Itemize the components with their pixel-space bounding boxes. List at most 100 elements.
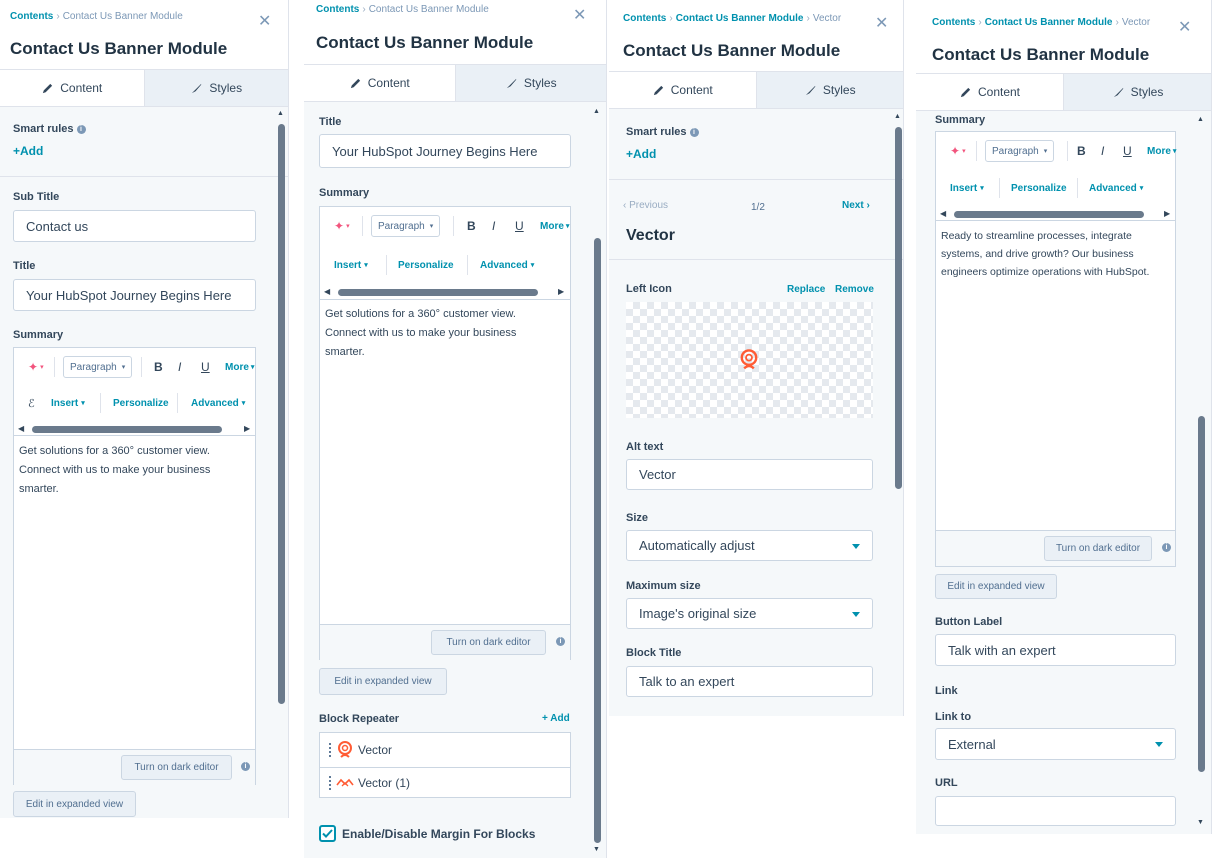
toolbar-scrollbar[interactable]: ◀ ▶ [14, 423, 255, 435]
bold-button[interactable]: B [467, 211, 476, 241]
alt-text-input[interactable]: Vector [626, 459, 873, 490]
summary-text[interactable]: Get solutions for a 360° customer view. … [19, 442, 237, 499]
smart-rules-add-link[interactable]: +Add [13, 144, 43, 158]
block-title-input[interactable]: Talk to an expert [626, 666, 873, 697]
expanded-view-button[interactable]: Edit in expanded view [935, 574, 1057, 599]
drag-handle-icon[interactable] [328, 774, 332, 791]
italic-button[interactable]: I [492, 211, 495, 241]
drag-handle-icon[interactable] [328, 742, 332, 758]
margin-checkbox[interactable] [319, 825, 336, 842]
max-size-select[interactable]: Image's original size [626, 598, 873, 629]
sparkle-icon[interactable]: ✦ ▾ [334, 211, 350, 241]
pencil-icon [960, 87, 971, 97]
block-repeater-add-link[interactable]: + Add [542, 713, 570, 724]
more-menu[interactable]: More ▾ [225, 352, 254, 382]
summary-editor: ✦ ▾ Paragraph ▾ B I U More ▾ ℰ Insert ▾ Pers… [13, 347, 256, 785]
bold-button[interactable]: B [1077, 136, 1086, 166]
insert-menu[interactable]: Insert ▾ [334, 250, 368, 280]
dark-editor-button[interactable]: Turn on dark editor [1044, 536, 1152, 561]
replace-link[interactable]: Replace [787, 284, 825, 295]
toolbar-scrollbar[interactable]: ◀ ▶ [936, 208, 1175, 220]
dark-editor-button[interactable]: Turn on dark editor [431, 630, 546, 655]
breadcrumb-module[interactable]: Contact Us Banner Module [985, 17, 1113, 28]
summary-text[interactable]: Get solutions for a 360° customer view. … [325, 305, 550, 362]
underline-button[interactable]: U [201, 352, 210, 382]
close-icon[interactable]: ✕ [875, 16, 888, 32]
brush-icon [506, 78, 517, 88]
more-menu[interactable]: More ▾ [540, 211, 569, 241]
paragraph-select[interactable]: Paragraph ▾ [63, 356, 133, 378]
sub-title-input[interactable]: Contact us [13, 210, 256, 242]
icon-preview[interactable] [626, 302, 873, 418]
underline-button[interactable]: U [1123, 136, 1132, 166]
toolbar-scrollbar[interactable]: ◀ ▶ [320, 286, 570, 298]
summary-text[interactable]: Ready to streamline processes, integrate… [941, 227, 1173, 281]
close-icon[interactable]: ✕ [573, 8, 586, 24]
underline-button[interactable]: U [515, 211, 524, 241]
tab-content-label: Content [977, 85, 1021, 99]
breadcrumb-contents[interactable]: Contents [932, 17, 975, 28]
dark-editor-button[interactable]: Turn on dark editor [121, 755, 232, 780]
button-label-input[interactable]: Talk with an expert [935, 634, 1176, 666]
breadcrumb-contents[interactable]: Contents [623, 13, 666, 24]
smart-rules-add-link[interactable]: +Add [626, 147, 656, 161]
sparkle-icon[interactable]: ✦ ▾ [950, 136, 966, 166]
tab-styles[interactable]: Styles [755, 72, 903, 108]
panel-scrollbar[interactable]: ▲ ▼ [593, 108, 602, 856]
url-input[interactable] [935, 796, 1176, 826]
expanded-view-button[interactable]: Edit in expanded view [13, 791, 136, 817]
panel-scrollbar[interactable]: ▲ [277, 110, 286, 810]
breadcrumb: Contents › Contact Us Banner Module [316, 4, 489, 15]
pager-next[interactable]: Next › [842, 200, 870, 211]
tab-styles[interactable]: Styles [454, 65, 606, 101]
summary-label: Summary [13, 329, 64, 341]
tab-content[interactable]: Content [916, 74, 1063, 110]
personalize-button[interactable]: Personalize [1011, 173, 1067, 203]
tab-styles[interactable]: Styles [1063, 74, 1211, 110]
breadcrumb-contents[interactable]: Contents [316, 4, 359, 15]
repeater-item[interactable]: Vector [319, 732, 571, 768]
sparkle-icon[interactable]: ✦ ▾ [28, 352, 44, 382]
repeater-item[interactable]: Vector (1) [319, 767, 571, 798]
insert-menu[interactable]: Insert ▾ [950, 173, 984, 203]
tab-styles-label: Styles [822, 83, 856, 97]
editor-footer: Turn on dark editor i [14, 749, 255, 785]
tab-styles[interactable]: Styles [143, 70, 288, 106]
title-input[interactable]: Your HubSpot Journey Begins Here [13, 279, 256, 311]
tab-bar: Content Styles [916, 73, 1211, 111]
panel-scrollbar[interactable]: ▲ ▼ [1197, 116, 1206, 832]
tab-styles-label: Styles [523, 76, 557, 90]
block-title-label: Block Title [626, 647, 682, 659]
tab-content[interactable]: Content [304, 65, 455, 101]
bold-button[interactable]: B [154, 352, 163, 382]
paragraph-select[interactable]: Paragraph ▾ [985, 140, 1055, 162]
breadcrumb: Contents › Contact Us Banner Module [10, 11, 183, 22]
link-to-select[interactable]: External [935, 728, 1176, 760]
pager-previous[interactable]: ‹ Previous [623, 200, 668, 211]
close-icon[interactable]: ✕ [1178, 20, 1191, 36]
more-menu[interactable]: More ▾ [1147, 136, 1176, 166]
close-icon[interactable]: ✕ [258, 14, 271, 30]
advanced-menu[interactable]: Advanced ▾ [191, 388, 245, 418]
alt-text-label: Alt text [626, 441, 664, 453]
tab-content[interactable]: Content [609, 72, 756, 108]
advanced-menu[interactable]: Advanced ▾ [1089, 173, 1143, 203]
italic-button[interactable]: I [178, 352, 181, 382]
handshake-icon [336, 778, 354, 786]
paragraph-select[interactable]: Paragraph ▾ [371, 215, 441, 237]
panel-scrollbar[interactable]: ▲ [894, 113, 903, 513]
italic-button[interactable]: I [1101, 136, 1104, 166]
breadcrumb-module[interactable]: Contact Us Banner Module [676, 13, 804, 24]
clear-format-icon[interactable]: ℰ [28, 388, 35, 418]
remove-link[interactable]: Remove [835, 284, 874, 295]
advanced-menu[interactable]: Advanced ▾ [480, 250, 534, 280]
breadcrumb-contents[interactable]: Contents [10, 11, 53, 22]
tab-content[interactable]: Content [0, 70, 144, 106]
checkmark-icon [322, 829, 333, 838]
personalize-button[interactable]: Personalize [113, 388, 169, 418]
expanded-view-button[interactable]: Edit in expanded view [319, 668, 447, 695]
size-select[interactable]: Automatically adjust [626, 530, 873, 561]
insert-menu[interactable]: Insert ▾ [51, 388, 85, 418]
personalize-button[interactable]: Personalize [398, 250, 454, 280]
title-input[interactable]: Your HubSpot Journey Begins Here [319, 134, 571, 168]
